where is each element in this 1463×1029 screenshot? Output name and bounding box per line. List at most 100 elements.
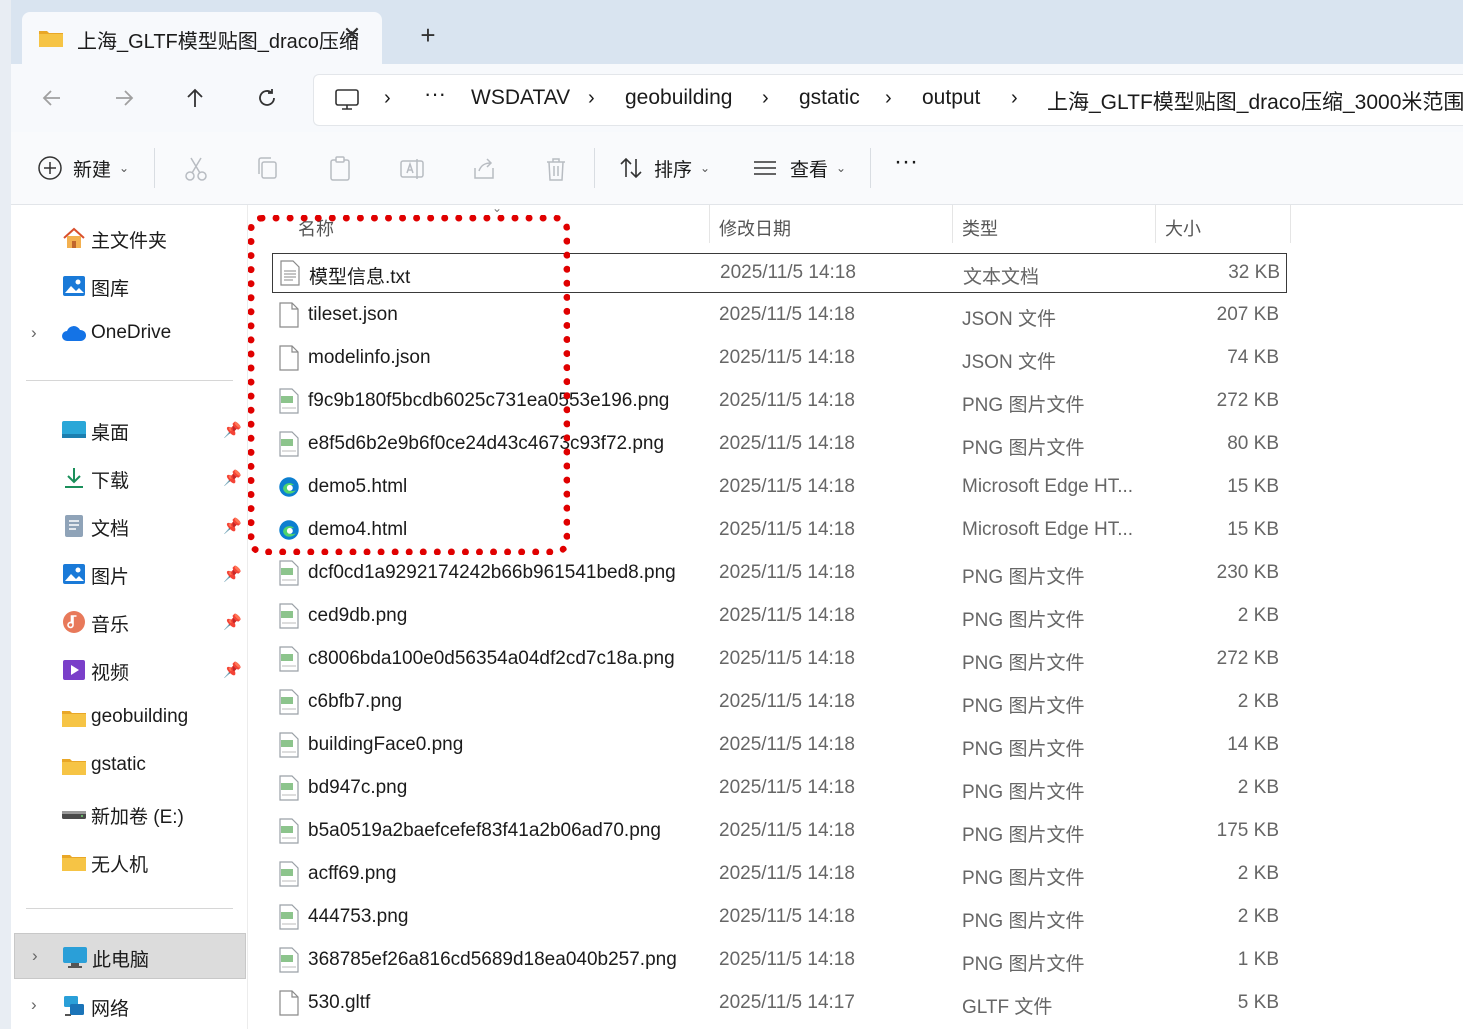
- copy-icon[interactable]: [253, 154, 283, 184]
- column-header-type[interactable]: 类型: [962, 215, 998, 241]
- chevron-right-icon[interactable]: ›: [31, 995, 37, 1015]
- breadcrumb-item-current[interactable]: 上海_GLTF模型贴图_draco压缩_3000米范围分: [1047, 86, 1463, 116]
- breadcrumb-item[interactable]: output: [922, 86, 980, 110]
- forward-button[interactable]: [106, 80, 142, 116]
- up-button[interactable]: [177, 80, 213, 116]
- column-divider[interactable]: [709, 205, 710, 243]
- sidebar-item-drone[interactable]: 无人机: [11, 839, 247, 883]
- sidebar-item-geobuilding[interactable]: geobuilding: [11, 695, 247, 739]
- chevron-down-icon: ⌄: [700, 161, 711, 175]
- sidebar-item-this-pc[interactable]: › 此电脑: [14, 933, 246, 979]
- file-date: 2025/11/5 14:18: [719, 906, 855, 927]
- chevron-right-icon[interactable]: ›: [1011, 87, 1018, 110]
- view-button[interactable]: 查看 ⌄: [752, 150, 846, 186]
- file-type: 文本文档: [963, 267, 1040, 288]
- file-row[interactable]: b5a0519a2baefcefef83f41a2b06ad70.png 2025…: [272, 812, 1285, 850]
- file-row[interactable]: 444753.png 2025/11/5 14:18 PNG 图片文件 2 KB: [272, 898, 1285, 936]
- chevron-right-icon[interactable]: ›: [588, 87, 595, 110]
- file-date: 2025/11/5 14:18: [719, 777, 855, 798]
- sidebar-item-label: 图片: [91, 567, 130, 588]
- file-name: 530.gltf: [308, 992, 371, 1013]
- file-date: 2025/11/5 14:18: [719, 863, 855, 884]
- file-type: PNG 图片文件: [962, 567, 1085, 588]
- sidebar-item-documents[interactable]: 文档 📌: [11, 503, 247, 547]
- file-row[interactable]: c6bfb7.png 2025/11/5 14:18 PNG 图片文件 2 KB: [272, 683, 1285, 721]
- cut-icon[interactable]: [181, 154, 211, 184]
- breadcrumb-item[interactable]: WSDATAV: [471, 86, 570, 110]
- breadcrumb-item[interactable]: gstatic: [799, 86, 860, 110]
- sort-button[interactable]: 排序 ⌄: [618, 150, 710, 186]
- file-row[interactable]: dcf0cd1a9292174242b66b961541bed8.png 2025…: [272, 554, 1285, 592]
- png-image-icon: [279, 646, 299, 672]
- column-divider[interactable]: [952, 205, 953, 243]
- chevron-right-icon[interactable]: ›: [31, 323, 37, 343]
- delete-icon[interactable]: [541, 154, 571, 184]
- address-bar: › ··· WSDATAV › geobuilding › gstatic › …: [11, 64, 1463, 132]
- sidebar-item-gstatic[interactable]: gstatic: [11, 743, 247, 787]
- sidebar-item-home[interactable]: 主文件夹: [11, 215, 247, 259]
- file-name: b5a0519a2baefcefef83f41a2b06ad70.png: [308, 820, 661, 841]
- share-icon[interactable]: [469, 154, 499, 184]
- file-row[interactable]: c8006bda100e0d56354a04df2cd7c18a.png 2025…: [272, 640, 1285, 678]
- chevron-right-icon[interactable]: ›: [384, 87, 391, 110]
- column-divider[interactable]: [1290, 205, 1291, 243]
- file-size: 175 KB: [1216, 820, 1279, 841]
- sidebar-item-onedrive[interactable]: › OneDrive: [11, 311, 247, 355]
- sidebar-item-network[interactable]: › 网络: [11, 983, 247, 1027]
- file-date: 2025/11/5 14:18: [720, 262, 856, 283]
- file-date: 2025/11/5 14:18: [719, 476, 855, 497]
- file-size: 1 KB: [1237, 949, 1279, 970]
- new-tab-button[interactable]: +: [411, 20, 445, 50]
- rename-icon[interactable]: [397, 154, 427, 184]
- sidebar-item-downloads[interactable]: 下载 📌: [11, 455, 247, 499]
- more-options-button[interactable]: ···: [894, 144, 918, 180]
- file-name: c6bfb7.png: [308, 691, 403, 712]
- chevron-right-icon[interactable]: ›: [762, 87, 769, 110]
- sidebar-item-desktop[interactable]: 桌面 📌: [11, 407, 247, 451]
- title-bar: 上海_GLTF模型贴图_draco压缩 ✕ +: [11, 0, 1463, 70]
- file-row[interactable]: 368785ef26a816cd5689d18ea040b257.png 2025…: [272, 941, 1285, 979]
- file-row[interactable]: acff69.png 2025/11/5 14:18 PNG 图片文件 2 KB: [272, 855, 1285, 893]
- pin-icon: 📌: [223, 614, 242, 631]
- column-divider[interactable]: [1155, 205, 1156, 243]
- file-type: PNG 图片文件: [962, 653, 1085, 674]
- drive-icon: [62, 811, 86, 819]
- refresh-icon: [259, 89, 275, 106]
- file-row[interactable]: ced9db.png 2025/11/5 14:18 PNG 图片文件 2 KB: [272, 597, 1285, 635]
- png-image-icon: [279, 904, 299, 930]
- column-header-date[interactable]: 修改日期: [719, 215, 791, 241]
- chevron-right-icon[interactable]: ›: [885, 87, 892, 110]
- sidebar-item-videos[interactable]: 视频 📌: [11, 647, 247, 691]
- file-date: 2025/11/5 14:18: [719, 304, 855, 325]
- file-size: 14 KB: [1227, 734, 1279, 755]
- address-box[interactable]: › ··· WSDATAV › geobuilding › gstatic › …: [313, 74, 1463, 126]
- sidebar-item-label: 此电脑: [92, 950, 150, 971]
- file-size: 207 KB: [1216, 304, 1279, 325]
- back-button[interactable]: [34, 80, 70, 116]
- new-label: 新建: [73, 159, 112, 181]
- file-size: 272 KB: [1216, 390, 1279, 411]
- new-button[interactable]: 新建 ⌄: [37, 150, 129, 186]
- png-image-icon: [279, 775, 299, 801]
- tab-close-button[interactable]: ✕: [340, 22, 364, 48]
- file-row[interactable]: 530.gltf 2025/11/5 14:17 GLTF 文件 5 KB: [272, 984, 1285, 1022]
- tab-current-folder[interactable]: 上海_GLTF模型贴图_draco压缩 ✕: [22, 12, 382, 64]
- breadcrumb-item[interactable]: geobuilding: [625, 86, 732, 110]
- sidebar-item-pictures[interactable]: 图片 📌: [11, 551, 247, 595]
- paste-icon[interactable]: [325, 154, 355, 184]
- chevron-down-icon: ⌄: [836, 161, 847, 175]
- file-type: PNG 图片文件: [962, 739, 1085, 760]
- sidebar-item-drive-e[interactable]: 新加卷 (E:): [11, 791, 247, 835]
- column-header-size[interactable]: 大小: [1165, 215, 1201, 241]
- file-name: ced9db.png: [308, 605, 408, 626]
- tab-title: 上海_GLTF模型贴图_draco压缩: [77, 31, 359, 53]
- navigation-pane: 主文件夹 图库 › OneDrive 桌面 📌 下载 📌 文档 📌 图片 📌 音…: [11, 205, 248, 1029]
- refresh-button[interactable]: [249, 80, 285, 116]
- file-size: 2 KB: [1237, 906, 1279, 927]
- sidebar-item-gallery[interactable]: 图库: [11, 263, 247, 307]
- breadcrumb-more[interactable]: ···: [424, 81, 446, 107]
- chevron-right-icon[interactable]: ›: [32, 946, 38, 966]
- sidebar-item-music[interactable]: 音乐 📌: [11, 599, 247, 643]
- file-row[interactable]: buildingFace0.png 2025/11/5 14:18 PNG 图片文件…: [272, 726, 1285, 764]
- file-row[interactable]: bd947c.png 2025/11/5 14:18 PNG 图片文件 2 KB: [272, 769, 1285, 807]
